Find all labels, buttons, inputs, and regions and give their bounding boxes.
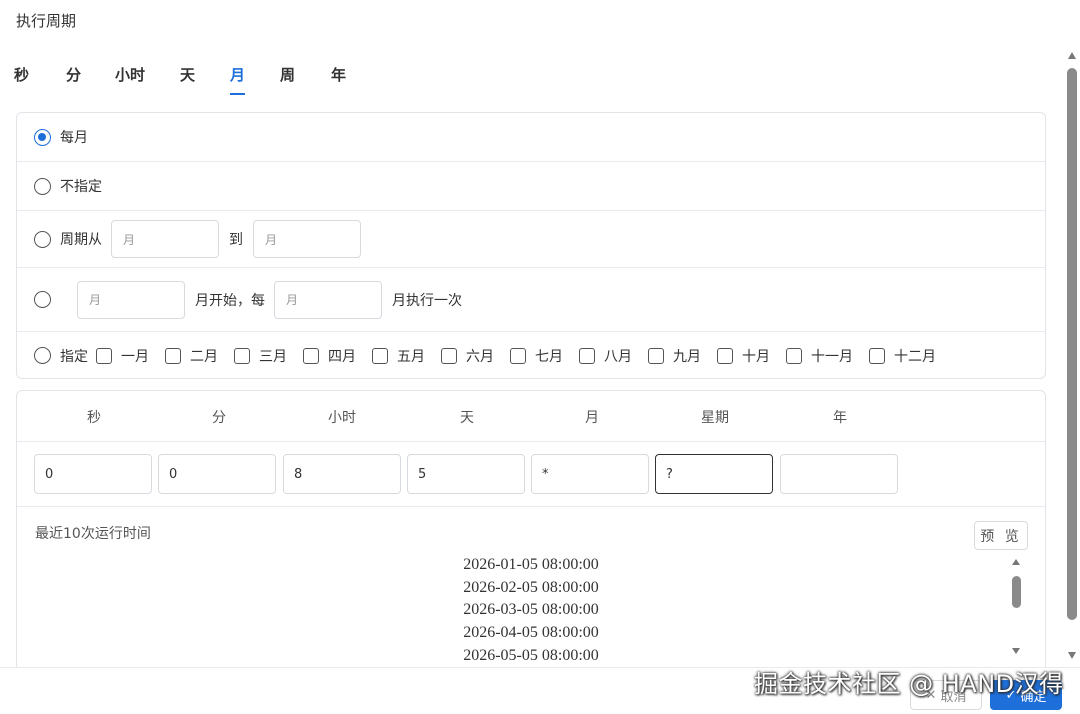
month-label: 六月 [466, 348, 494, 365]
month-checkbox-mar[interactable]: 三月 [234, 346, 287, 366]
cron-values-row: 0 0 8 5 * ? [17, 442, 1045, 507]
month-checkbox-jul[interactable]: 七月 [510, 346, 563, 366]
recent-runs-list: 2026-01-05 08:00:00 2026-02-05 08:00:00 … [17, 554, 1045, 667]
option-every-month[interactable]: 每月 [17, 113, 1045, 162]
checkbox-icon[interactable] [234, 347, 250, 364]
page-scroll-up-icon[interactable] [1068, 52, 1076, 59]
unspecified-label: 不指定 [60, 179, 102, 195]
radio-range[interactable] [34, 230, 51, 248]
radio-every-month[interactable] [34, 128, 51, 146]
recent-runs-label: 最近10次运行时间 [35, 526, 151, 542]
inner-scrollbar-thumb[interactable] [1012, 576, 1021, 608]
tab-second[interactable]: 秒 [14, 64, 29, 93]
run-time-item: 2026-02-05 08:00:00 [463, 578, 599, 596]
run-time-item: 2026-03-05 08:00:00 [463, 601, 599, 619]
month-label: 一月 [121, 348, 149, 365]
cron-year-input[interactable] [780, 454, 898, 494]
interval-step-suffix: 月执行一次 [392, 292, 462, 309]
month-checkbox-jun[interactable]: 六月 [441, 346, 494, 366]
range-to-input[interactable]: 月 [253, 220, 361, 258]
month-label: 八月 [604, 348, 632, 365]
run-time-item: 2026-01-05 08:00:00 [463, 556, 599, 573]
option-interval: 月 月开始，每 月 月执行一次 [17, 268, 1045, 332]
month-checkbox-oct[interactable]: 十月 [717, 346, 770, 366]
checkbox-icon[interactable] [96, 347, 112, 364]
dialog-title: 执行周期 [16, 12, 77, 30]
checkbox-icon[interactable] [786, 347, 802, 364]
inner-scroll-down-icon[interactable] [1012, 648, 1020, 654]
option-unspecified[interactable]: 不指定 [17, 162, 1045, 211]
month-options-panel: 每月 不指定 周期从 月 到 月 月 月开始，每 月 月执行一次 指定 一月 二… [16, 112, 1046, 379]
tab-month[interactable]: 月 [230, 64, 246, 95]
range-to-label: 到 [229, 232, 243, 248]
preview-button[interactable]: 预 览 [974, 521, 1028, 550]
cron-header-month: 月 [585, 410, 599, 426]
checkbox-icon[interactable] [510, 347, 526, 364]
range-from-input[interactable]: 月 [111, 220, 219, 258]
cron-header-day: 天 [460, 410, 474, 426]
checkbox-icon[interactable] [579, 347, 595, 364]
month-label: 十月 [742, 348, 770, 365]
tab-day[interactable]: 天 [180, 64, 195, 93]
cron-header-year: 年 [833, 410, 847, 426]
page-scroll-down-icon[interactable] [1068, 652, 1076, 659]
month-checkbox-jan[interactable]: 一月 [96, 346, 149, 366]
month-checkbox-may[interactable]: 五月 [372, 346, 425, 366]
cron-header-row: 秒 分 小时 天 月 星期 年 [17, 391, 1045, 442]
month-label: 九月 [673, 348, 701, 365]
tab-week[interactable]: 周 [280, 64, 295, 93]
radio-specific[interactable] [34, 347, 51, 364]
cron-header-hour: 小时 [328, 410, 356, 426]
inner-scroll-up-icon[interactable] [1012, 559, 1020, 565]
specific-label: 指定 [60, 348, 88, 365]
month-label: 三月 [259, 348, 287, 365]
checkbox-icon[interactable] [372, 347, 388, 364]
month-label: 五月 [397, 348, 425, 365]
interval-start-suffix: 月开始，每 [195, 292, 265, 309]
month-label: 七月 [535, 348, 563, 365]
range-label: 周期从 [60, 232, 102, 248]
tab-year[interactable]: 年 [331, 64, 346, 93]
checkbox-icon[interactable] [869, 347, 885, 364]
month-label: 十二月 [894, 348, 936, 365]
option-specific: 指定 一月 二月 三月 四月 五月 六月 七月 八月 九月 十月 十一月 十二月 [17, 332, 1045, 379]
month-checkbox-dec[interactable]: 十二月 [869, 346, 936, 366]
cron-week-input[interactable]: ? [655, 454, 773, 494]
radio-interval[interactable] [34, 291, 51, 308]
checkbox-icon[interactable] [165, 347, 181, 364]
month-label: 十一月 [811, 348, 853, 365]
checkbox-icon[interactable] [717, 347, 733, 364]
watermark-text: 掘金技术社区 @ HAND汉得 [754, 670, 1064, 698]
month-checkbox-aug[interactable]: 八月 [579, 346, 632, 366]
every-month-label: 每月 [60, 130, 88, 146]
run-time-item: 2026-04-05 08:00:00 [463, 624, 599, 642]
month-label: 四月 [328, 348, 356, 365]
cron-result-panel: 秒 分 小时 天 月 星期 年 0 0 8 5 * ? 最近10次运行时间 预 … [16, 390, 1046, 680]
tab-hour[interactable]: 小时 [115, 64, 145, 93]
tab-minute[interactable]: 分 [66, 64, 81, 93]
cron-header-second: 秒 [87, 410, 101, 426]
checkbox-icon[interactable] [648, 347, 664, 364]
page-scrollbar-thumb[interactable] [1067, 68, 1077, 620]
cron-second-input[interactable]: 0 [34, 454, 152, 494]
checkbox-icon[interactable] [303, 347, 319, 364]
cron-header-minute: 分 [212, 410, 226, 426]
cron-month-input[interactable]: * [531, 454, 649, 494]
month-checkbox-nov[interactable]: 十一月 [786, 346, 853, 366]
month-checkbox-apr[interactable]: 四月 [303, 346, 356, 366]
option-range: 周期从 月 到 月 [17, 211, 1045, 268]
interval-step-input[interactable]: 月 [274, 280, 382, 319]
cron-minute-input[interactable]: 0 [158, 454, 276, 494]
cron-header-week: 星期 [701, 410, 729, 426]
cron-day-input[interactable]: 5 [407, 454, 525, 494]
month-label: 二月 [190, 348, 218, 365]
radio-unspecified[interactable] [34, 177, 51, 195]
interval-start-input[interactable]: 月 [77, 280, 185, 319]
cron-hour-input[interactable]: 8 [283, 454, 401, 494]
month-checkbox-sep[interactable]: 九月 [648, 346, 701, 366]
checkbox-icon[interactable] [441, 347, 457, 364]
month-checkbox-feb[interactable]: 二月 [165, 346, 218, 366]
